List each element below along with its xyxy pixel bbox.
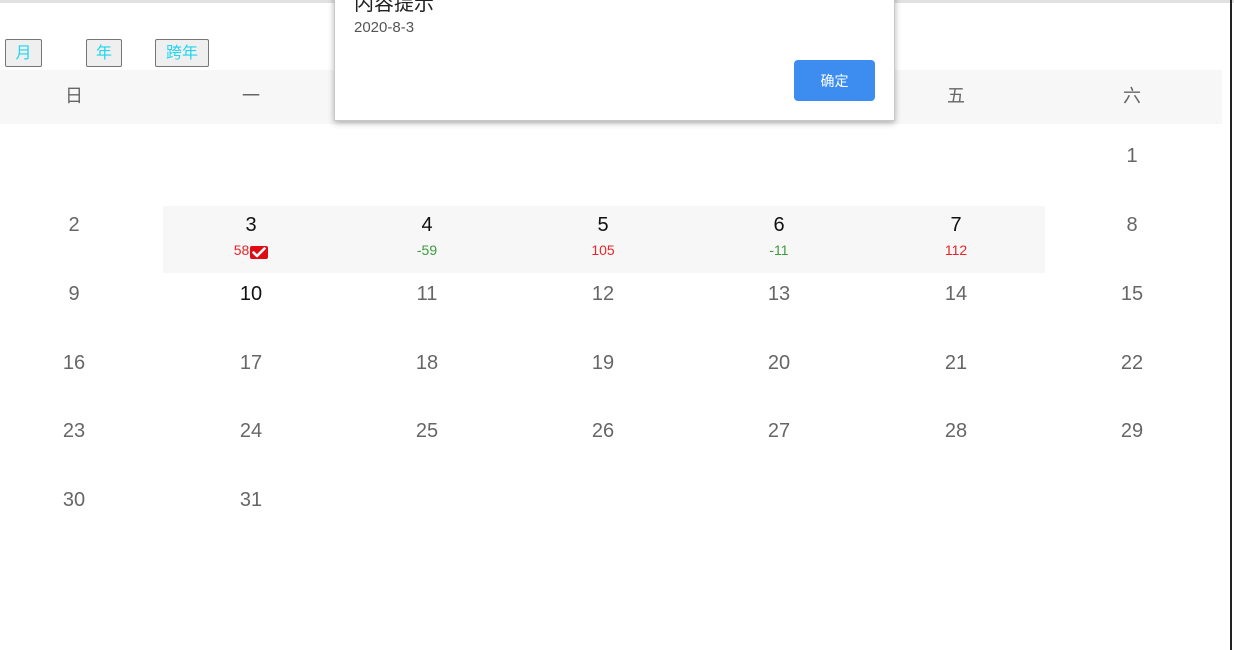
day-cell[interactable]: 28: [896, 418, 1016, 478]
day-cell[interactable]: 5 105: [543, 212, 663, 272]
day-cell[interactable]: 18: [367, 350, 487, 410]
day-cell[interactable]: 8: [1072, 212, 1192, 272]
alert-dialog: 内容提示 2020-8-3 确定: [334, 0, 895, 121]
day-number: 26: [591, 420, 615, 442]
day-number: 16: [62, 352, 86, 374]
day-number: 23: [62, 420, 86, 442]
day-number: 3: [245, 214, 257, 236]
day-number: 8: [1126, 214, 1138, 236]
day-cell[interactable]: 3 58: [191, 212, 311, 272]
day-number: 20: [767, 352, 791, 374]
day-number: 22: [1120, 352, 1144, 374]
day-number: 6: [773, 214, 785, 236]
day-number: 21: [944, 352, 968, 374]
day-number: 10: [239, 283, 263, 305]
day-cell[interactable]: 2: [14, 212, 134, 272]
day-cell[interactable]: 4 -59: [367, 212, 487, 272]
day-value: 112: [944, 242, 968, 258]
day-cell[interactable]: 6 -11: [719, 212, 839, 272]
day-cell[interactable]: 20: [719, 350, 839, 410]
day-cell[interactable]: 29: [1072, 418, 1192, 478]
day-number: 2: [68, 214, 80, 236]
day-number: 9: [68, 283, 80, 305]
weekday-mon: 一: [242, 86, 260, 107]
day-cell[interactable]: 21: [896, 350, 1016, 410]
day-cell[interactable]: 9: [14, 281, 134, 341]
checkmark-icon: [250, 246, 269, 259]
day-number: 11: [416, 283, 438, 305]
day-number: 24: [239, 420, 263, 442]
weekday-fri: 五: [947, 86, 965, 107]
window-edge: [1230, 0, 1232, 650]
day-cell[interactable]: 27: [719, 418, 839, 478]
day-number: 7: [950, 214, 962, 236]
day-cell[interactable]: 10: [191, 281, 311, 341]
day-cell[interactable]: 11: [367, 281, 487, 341]
weekday-sun: 日: [65, 86, 83, 107]
confirm-button[interactable]: 确定: [794, 60, 875, 101]
day-number: 4: [421, 214, 433, 236]
day-value: 58: [233, 242, 250, 258]
day-cell[interactable]: 15: [1072, 281, 1192, 341]
day-number: 5: [597, 214, 609, 236]
day-cell[interactable]: 31: [191, 487, 311, 547]
day-number: 12: [591, 283, 615, 305]
day-cell[interactable]: 1: [1072, 143, 1192, 203]
day-number: 17: [239, 352, 263, 374]
day-number: 25: [415, 420, 439, 442]
day-number: 15: [1120, 283, 1144, 305]
day-cell[interactable]: 24: [191, 418, 311, 478]
day-cell[interactable]: 12: [543, 281, 663, 341]
day-number: 28: [944, 420, 968, 442]
day-number: 30: [62, 489, 86, 511]
day-cell[interactable]: 25: [367, 418, 487, 478]
day-cell[interactable]: 26: [543, 418, 663, 478]
day-cell[interactable]: 14: [896, 281, 1016, 341]
day-cell[interactable]: 7 112: [896, 212, 1016, 272]
year-view-button[interactable]: 年: [86, 39, 122, 67]
day-cell[interactable]: 23: [14, 418, 134, 478]
cross-year-view-button[interactable]: 跨年: [155, 39, 209, 67]
day-cell[interactable]: 16: [14, 350, 134, 410]
day-number: 31: [239, 489, 263, 511]
day-cell[interactable]: 13: [719, 281, 839, 341]
month-view-button[interactable]: 月: [5, 39, 42, 67]
day-number: 19: [591, 352, 615, 374]
weekday-sat: 六: [1123, 86, 1141, 107]
dialog-title: 内容提示: [354, 0, 434, 15]
day-number: 14: [944, 283, 968, 305]
dialog-message: 2020-8-3: [354, 19, 415, 36]
day-number: 13: [767, 283, 791, 305]
day-number: 27: [767, 420, 791, 442]
day-value: -59: [416, 242, 438, 258]
day-number: 29: [1120, 420, 1144, 442]
day-cell[interactable]: 30: [14, 487, 134, 547]
day-value: -11: [769, 242, 789, 258]
day-cell[interactable]: 19: [543, 350, 663, 410]
day-cell[interactable]: 22: [1072, 350, 1192, 410]
day-number: 18: [415, 352, 439, 374]
day-cell[interactable]: 17: [191, 350, 311, 410]
day-number: 1: [1126, 145, 1138, 167]
day-value: 105: [591, 242, 615, 258]
